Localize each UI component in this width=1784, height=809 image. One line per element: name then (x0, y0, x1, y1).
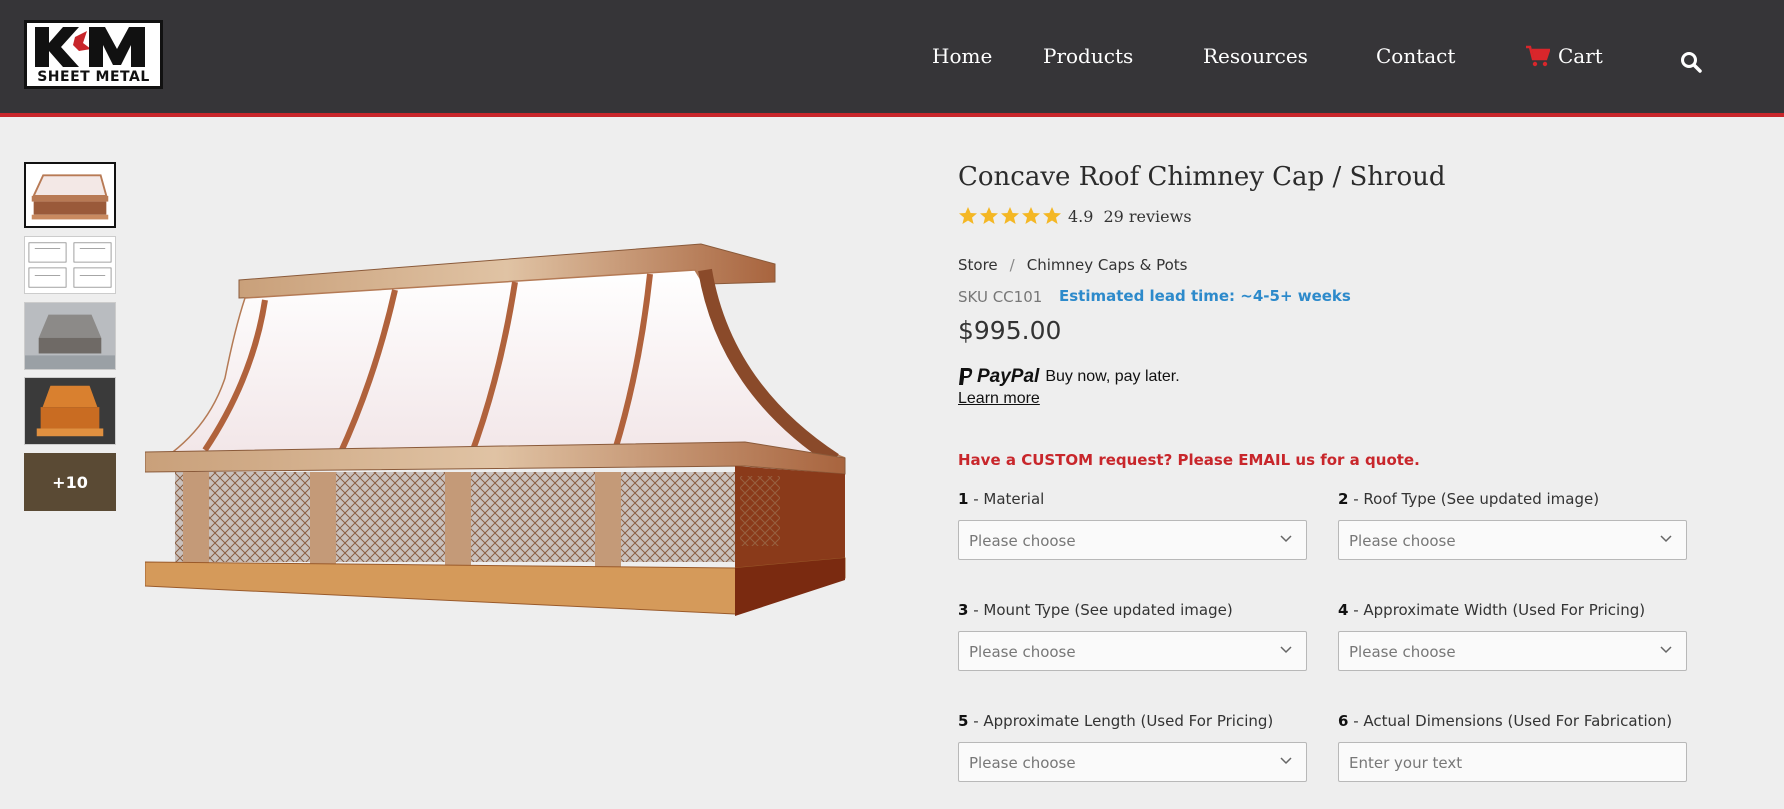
nav-resources[interactable]: Resources (1203, 44, 1308, 68)
length-select[interactable]: Please choose (958, 742, 1307, 782)
mount-type-select[interactable]: Please choose (958, 631, 1307, 671)
diagram-thumbnail-image (25, 237, 115, 293)
option-label-material: 1 - Material (958, 490, 1045, 508)
nav-products[interactable]: Products (1043, 44, 1133, 68)
cart-label: Cart (1558, 44, 1603, 68)
paypal-logo: PayPal (958, 366, 1039, 388)
breadcrumb-separator: / (1009, 256, 1015, 274)
nav-home[interactable]: Home (932, 44, 992, 68)
chevron-down-icon (1280, 535, 1292, 543)
paypal-text: Buy now, pay later. (1045, 368, 1180, 385)
site-logo[interactable]: SHEET METAL (24, 20, 163, 89)
installed-cap-thumbnail-image (25, 303, 115, 369)
rating-stars (958, 206, 1062, 226)
km-logo-mark (35, 27, 145, 67)
breadcrumb: Store / Chimney Caps & Pots (958, 256, 1187, 274)
breadcrumb-category[interactable]: Chimney Caps & Pots (1027, 256, 1188, 274)
product-price: $995.00 (958, 316, 1062, 345)
star-icon (1022, 207, 1040, 224)
option-label-mount-type: 3 - Mount Type (See updated image) (958, 601, 1233, 619)
option-label-length: 5 - Approximate Length (Used For Pricing… (958, 712, 1274, 730)
chevron-down-icon (1280, 646, 1292, 654)
star-icon (1001, 207, 1019, 224)
option-label-width: 4 - Approximate Width (Used For Pricing) (1338, 601, 1646, 619)
product-title: Concave Roof Chimney Cap / Shroud (958, 162, 1446, 192)
option-label-roof-type: 2 - Roof Type (See updated image) (1338, 490, 1600, 508)
paypal-message: PayPal Buy now, pay later. (958, 366, 1180, 388)
chimney-cap-thumbnail-image (26, 164, 114, 226)
paypal-icon (959, 368, 973, 385)
product-rating[interactable]: 4.9 29 reviews (958, 206, 1192, 226)
thumbnail-2[interactable] (24, 236, 116, 294)
logo-text: SHEET METAL (37, 69, 150, 85)
product-sku: SKU CC101 (958, 288, 1043, 306)
thumbnail-4[interactable] (24, 377, 116, 445)
thumbnail-3[interactable] (24, 302, 116, 370)
chevron-down-icon (1660, 646, 1672, 654)
search-icon[interactable] (1680, 51, 1702, 73)
option-label-actual-dimensions: 6 - Actual Dimensions (Used For Fabricat… (1338, 712, 1673, 730)
cart-icon (1526, 45, 1550, 67)
roof-type-select[interactable]: Please choose (1338, 520, 1687, 560)
thumbnail-more[interactable]: +10 (24, 453, 116, 511)
review-count[interactable]: 29 reviews (1103, 207, 1191, 226)
learn-more-link[interactable]: Learn more (958, 390, 1040, 408)
star-icon (980, 207, 998, 224)
product-main-image[interactable] (145, 228, 855, 658)
rating-value: 4.9 (1068, 206, 1094, 226)
copper-cap-thumbnail-image (25, 378, 115, 444)
chevron-down-icon (1660, 535, 1672, 543)
width-select[interactable]: Please choose (1338, 631, 1687, 671)
actual-dimensions-input[interactable]: Enter your text (1338, 742, 1687, 782)
material-select[interactable]: Please choose (958, 520, 1307, 560)
custom-request-note[interactable]: Have a CUSTOM request? Please EMAIL us f… (958, 451, 1420, 469)
nav-contact[interactable]: Contact (1376, 44, 1455, 68)
chevron-down-icon (1280, 757, 1292, 765)
breadcrumb-store[interactable]: Store (958, 256, 998, 274)
star-icon (959, 207, 977, 224)
star-icon (1043, 207, 1061, 224)
paypal-brand: PayPal (977, 366, 1040, 387)
nav-cart[interactable]: Cart (1526, 44, 1603, 68)
site-header: SHEET METAL Home Products Resources Cont… (0, 0, 1784, 121)
lead-time: Estimated lead time: ~4-5+ weeks (1059, 287, 1351, 305)
thumbnail-1[interactable] (24, 162, 116, 228)
